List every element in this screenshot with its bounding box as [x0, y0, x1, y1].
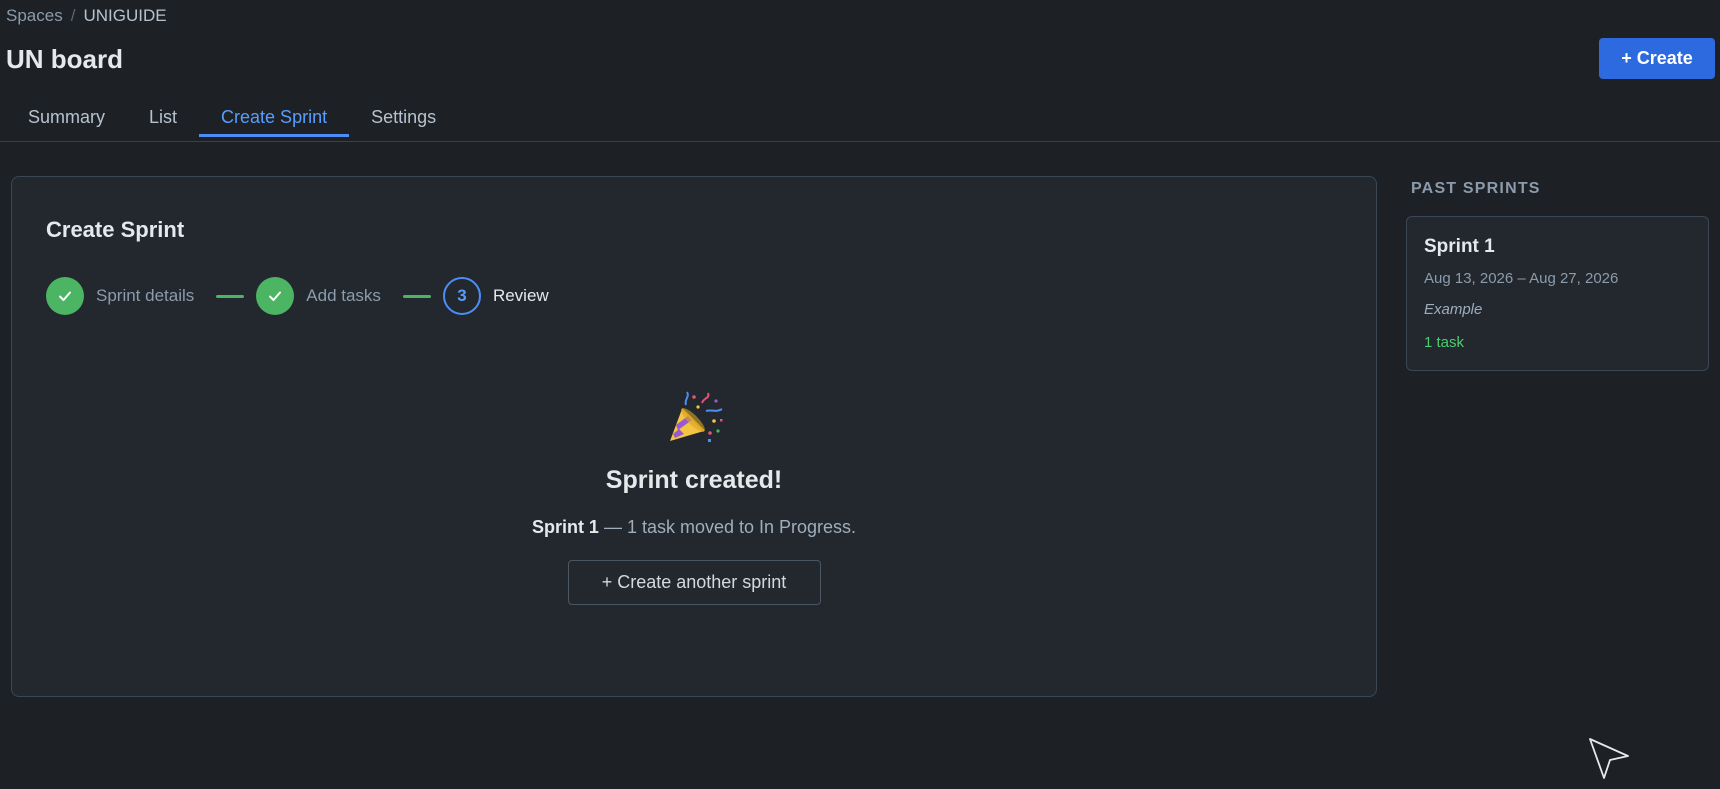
past-sprints-heading: PAST SPRINTS — [1411, 180, 1541, 197]
check-icon — [46, 277, 84, 315]
sprint-card-name: Sprint 1 — [1424, 236, 1495, 257]
page-title: UN board — [6, 44, 123, 74]
step-review[interactable]: 3 Review — [442, 277, 549, 315]
breadcrumb-separator: / — [70, 6, 76, 25]
tab-create-sprint[interactable]: Create Sprint — [199, 92, 350, 137]
create-another-sprint-button[interactable]: + Create another sprint — [567, 560, 821, 605]
breadcrumb-current-space[interactable]: UNIGUIDE — [83, 6, 166, 26]
tab-list[interactable]: List — [127, 92, 199, 136]
step-sprint-details[interactable]: Sprint details — [46, 277, 194, 315]
tab-summary[interactable]: Summary — [0, 92, 127, 136]
success-title: Sprint created! — [605, 466, 783, 494]
success-message-block: Sprint created! Sprint 1 — 1 task moved … — [12, 389, 1376, 605]
create-button[interactable]: + Create — [1599, 38, 1715, 79]
success-detail-text: — 1 task moved to In Progress. — [598, 517, 857, 537]
step-label: Add tasks — [306, 286, 381, 305]
step-add-tasks[interactable]: Add tasks — [256, 277, 381, 315]
step-connector — [216, 294, 245, 298]
success-detail: Sprint 1 — 1 task moved to In Progress. — [12, 517, 1376, 538]
sprint-name: Sprint 1 — [531, 517, 599, 537]
sprint-card-task-count: 1 task — [1424, 334, 1465, 351]
step-number: 3 — [442, 277, 481, 315]
create-sprint-panel: Create Sprint Sprint details Add tasks 3… — [11, 176, 1377, 697]
step-label: Review — [492, 286, 549, 305]
check-icon — [256, 277, 295, 315]
breadcrumb-spaces-link[interactable]: Spaces — [6, 6, 63, 26]
breadcrumb: Spaces / UNIGUIDE — [6, 6, 167, 26]
tab-settings[interactable]: Settings — [349, 92, 458, 136]
sprint-card-goal: Example — [1424, 301, 1483, 318]
pointer-cursor-icon — [1588, 736, 1632, 780]
step-label: Sprint details — [96, 286, 195, 305]
party-popper-icon — [664, 389, 724, 449]
sprint-stepper: Sprint details Add tasks 3 Review — [46, 277, 549, 315]
past-sprint-card[interactable]: Sprint 1 Aug 13, 2026 – Aug 27, 2026 Exa… — [1406, 216, 1709, 371]
tab-bar: Summary List Create Sprint Settings — [0, 98, 1720, 142]
sprint-card-dates: Aug 13, 2026 – Aug 27, 2026 — [1424, 270, 1619, 287]
step-connector — [402, 294, 431, 298]
panel-title: Create Sprint — [46, 217, 185, 242]
